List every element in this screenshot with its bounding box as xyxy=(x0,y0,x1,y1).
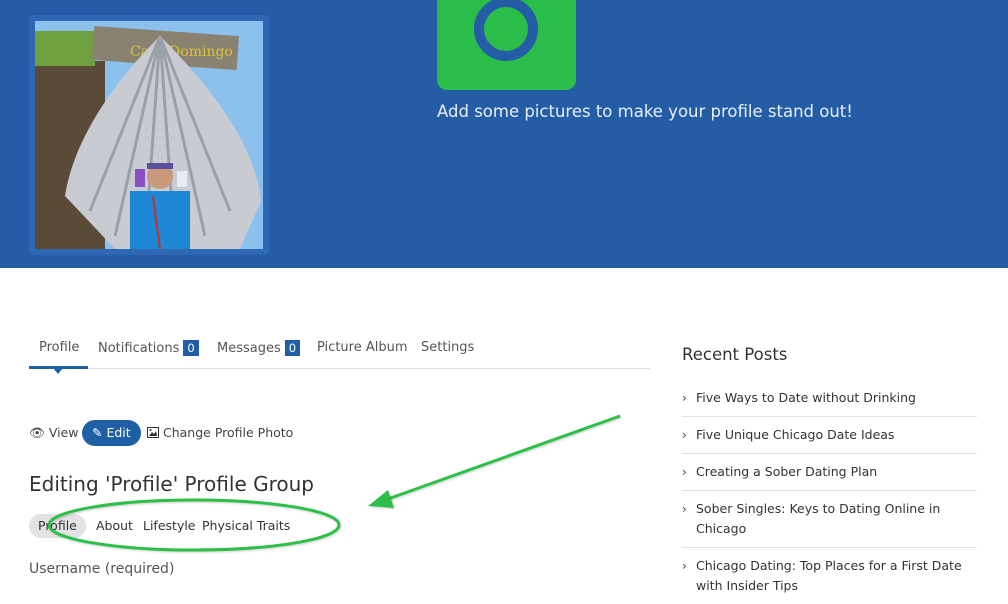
tab-picture-album-label: Picture Album xyxy=(317,340,408,355)
chevron-right-icon: › xyxy=(682,465,687,479)
subnav-about[interactable]: About xyxy=(96,514,133,538)
active-tab-caret xyxy=(53,368,63,374)
recent-post-item[interactable]: › Creating a Sober Dating Plan xyxy=(682,454,977,491)
image-icon xyxy=(147,425,163,440)
recent-post-link[interactable]: Creating a Sober Dating Plan xyxy=(696,464,877,479)
recent-post-item[interactable]: › Five Ways to Date without Drinking xyxy=(682,380,977,417)
recent-post-link[interactable]: Chicago Dating: Top Places for a First D… xyxy=(696,558,962,593)
tab-notifications[interactable]: Notifications 0 xyxy=(98,340,199,356)
profile-tabs: Profile Notifications 0 Messages 0 Picture… xyxy=(29,340,650,369)
tab-profile[interactable]: Profile xyxy=(39,340,79,355)
pencil-icon: ✎ xyxy=(92,425,103,440)
annotation-arrow-head xyxy=(368,490,394,508)
recent-post-link[interactable]: Five Ways to Date without Drinking xyxy=(696,390,916,405)
tab-picture-album[interactable]: Picture Album xyxy=(317,340,408,355)
view-label: View xyxy=(48,425,79,440)
subnav-lifestyle[interactable]: Lifestyle xyxy=(143,514,196,538)
recent-post-link[interactable]: Sober Singles: Keys to Dating Online in … xyxy=(696,501,940,536)
recent-posts-list: › Five Ways to Date without Drinking › Fiv… xyxy=(682,380,977,604)
recent-post-item[interactable]: › Chicago Dating: Top Places for a First … xyxy=(682,548,977,604)
change-profile-photo-button[interactable]: Change Profile Photo xyxy=(147,420,293,446)
view-button[interactable]: 👁︎ View xyxy=(29,420,79,446)
change-photo-label: Change Profile Photo xyxy=(162,425,294,440)
subnav-physical-traits[interactable]: Physical Traits xyxy=(202,514,290,538)
tab-notifications-label: Notifications xyxy=(98,341,180,356)
notifications-count-badge: 0 xyxy=(183,340,199,356)
eye-icon: 👁︎ xyxy=(29,425,45,440)
chevron-right-icon: › xyxy=(682,391,687,405)
tab-messages-label: Messages xyxy=(217,341,281,356)
avatar-photo-illustration: Casa Domingo xyxy=(35,21,263,249)
recent-post-link[interactable]: Five Unique Chicago Date Ideas xyxy=(696,427,894,442)
add-pictures-camera-icon[interactable] xyxy=(437,0,576,90)
recent-post-item[interactable]: › Sober Singles: Keys to Dating Online in… xyxy=(682,491,977,548)
chevron-right-icon: › xyxy=(682,559,687,573)
chevron-right-icon: › xyxy=(682,428,687,442)
edit-label: Edit xyxy=(106,425,131,440)
page-title: Editing 'Profile' Profile Group xyxy=(29,472,314,496)
add-pictures-text: Add some pictures to make your profile s… xyxy=(437,102,853,121)
avatar-photo: Casa Domingo xyxy=(35,21,263,249)
edit-button[interactable]: ✎ Edit xyxy=(82,420,141,446)
profile-avatar[interactable]: Casa Domingo xyxy=(29,15,269,255)
recent-post-item[interactable]: › Five Unique Chicago Date Ideas xyxy=(682,417,977,454)
chevron-right-icon: › xyxy=(682,502,687,516)
subnav-profile[interactable]: Profile xyxy=(29,514,86,538)
camera-lens xyxy=(474,0,538,61)
tab-messages[interactable]: Messages 0 xyxy=(217,340,301,356)
tab-settings[interactable]: Settings xyxy=(421,340,474,355)
tab-profile-label: Profile xyxy=(39,340,80,355)
profile-header: Casa Domingo Add some pictures to make y… xyxy=(0,0,1008,268)
annotation-arrow-line xyxy=(384,414,621,502)
username-label: Username (required) xyxy=(29,561,175,577)
tab-settings-label: Settings xyxy=(421,340,475,355)
messages-count-badge: 0 xyxy=(284,340,301,356)
recent-posts-title: Recent Posts xyxy=(682,345,788,364)
